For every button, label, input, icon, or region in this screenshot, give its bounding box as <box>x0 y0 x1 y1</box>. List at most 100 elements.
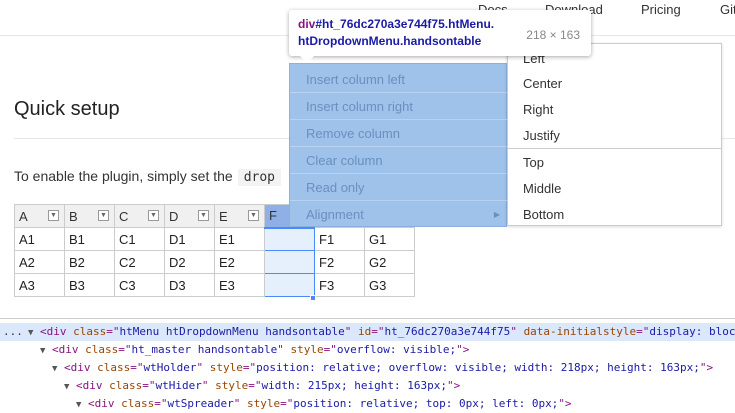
dom-node-line[interactable]: ▼ <div class="ht_master handsontable" st… <box>0 341 735 359</box>
attr-name: data-initialstyle <box>523 325 637 338</box>
expand-triangle-icon[interactable]: ▼ <box>64 382 69 392</box>
cell[interactable]: F3 <box>314 273 365 297</box>
attr-value: wtSpreader <box>167 397 234 410</box>
column-header-label: A <box>19 208 28 224</box>
cell[interactable]: G2 <box>364 250 415 274</box>
column-header-label: B <box>69 208 78 224</box>
table-row: A3 B3 C3 D3 E3 F3 G3 <box>14 273 415 297</box>
cell[interactable]: B3 <box>64 273 115 297</box>
nav-link-github[interactable]: Git <box>720 2 735 17</box>
menu-item-insert-column-right[interactable]: Insert column right <box>290 93 508 120</box>
submenu-divider <box>508 148 721 149</box>
submenu-item-right[interactable]: Right <box>508 97 721 123</box>
intro-paragraph: To enable the plugin, simply set the drop <box>14 168 282 186</box>
fill-handle[interactable] <box>310 295 316 301</box>
cell[interactable]: A2 <box>14 250 65 274</box>
table-row: A2 B2 C2 D2 E2 F2 G2 <box>14 250 415 274</box>
menu-item-label: Clear column <box>306 153 383 168</box>
expand-triangle-icon[interactable]: ▼ <box>40 346 45 356</box>
attr-value: display: block <box>649 325 735 338</box>
menu-item-label: Insert column left <box>306 72 405 87</box>
dropdown-chevron-icon[interactable]: ▼ <box>148 210 159 221</box>
nav-link-pricing[interactable]: Pricing <box>641 2 681 17</box>
tooltip-pointer <box>300 56 314 63</box>
cell[interactable]: G1 <box>364 227 415 251</box>
menu-item-read-only[interactable]: Read only <box>290 174 508 201</box>
submenu-item-bottom[interactable]: Bottom <box>508 202 721 228</box>
dropdown-chevron-icon[interactable]: ▼ <box>98 210 109 221</box>
column-header-a[interactable]: A ▼ <box>14 204 65 228</box>
attr-value: htMenu htDropdownMenu handsontable <box>119 325 345 338</box>
column-header-label: C <box>119 208 129 224</box>
menu-item-label: Insert column right <box>306 99 413 114</box>
menu-item-remove-column[interactable]: Remove column <box>290 120 508 147</box>
column-header-label: E <box>219 208 228 224</box>
alignment-submenu: Left Center Right Justify Top Middle Bot… <box>507 43 722 226</box>
element-selector-line2: htDropdownMenu.handsontable <box>298 34 482 48</box>
cell[interactable]: B1 <box>64 227 115 251</box>
column-header-e[interactable]: E ▼ <box>214 204 265 228</box>
element-selector-line1: #ht_76dc270a3e744f75.htMenu. <box>315 17 495 31</box>
selected-cell[interactable] <box>264 273 315 297</box>
cell[interactable]: B2 <box>64 250 115 274</box>
submenu-item-justify[interactable]: Justify <box>508 123 721 149</box>
cell[interactable]: A3 <box>14 273 65 297</box>
cell[interactable]: E2 <box>214 250 265 274</box>
cell[interactable]: C2 <box>114 250 165 274</box>
dom-node-line[interactable]: ▼ <div class="wtHider" style="width: 215… <box>0 377 735 395</box>
cell[interactable]: D2 <box>164 250 215 274</box>
intro-code-snippet: drop <box>237 169 282 186</box>
attr-value: ht_76dc270a3e744f75 <box>384 325 511 338</box>
cell[interactable]: D1 <box>164 227 215 251</box>
dropdown-chevron-icon[interactable]: ▼ <box>198 210 209 221</box>
menu-item-insert-column-left[interactable]: Insert column left <box>290 66 508 93</box>
expand-triangle-icon[interactable]: ▼ <box>28 328 33 338</box>
cell[interactable]: G3 <box>364 273 415 297</box>
column-header-d[interactable]: D ▼ <box>164 204 215 228</box>
node-options-ellipsis[interactable]: ... <box>3 323 23 341</box>
column-header-label: D <box>169 208 179 224</box>
cell[interactable]: F1 <box>314 227 365 251</box>
expand-triangle-icon[interactable]: ▼ <box>52 364 57 374</box>
menu-item-label: Read only <box>306 180 365 195</box>
cell[interactable]: E3 <box>214 273 265 297</box>
cell[interactable]: E1 <box>214 227 265 251</box>
intro-text: To enable the plugin, simply set the <box>14 168 233 184</box>
dom-node-line-selected[interactable]: ... ▼ <div class="htMenu htDropdownMenu … <box>0 323 735 341</box>
menu-item-alignment[interactable]: Alignment ▶ <box>290 201 508 228</box>
attr-value: wtHider <box>155 379 202 392</box>
menu-item-clear-column[interactable]: Clear column <box>290 147 508 174</box>
submenu-arrow-icon: ▶ <box>493 210 500 219</box>
dropdown-chevron-icon[interactable]: ▼ <box>48 210 59 221</box>
page-title: Quick setup <box>14 98 120 120</box>
cell[interactable]: C1 <box>114 227 165 251</box>
cell[interactable]: C3 <box>114 273 165 297</box>
attr-value: ht_master handsontable <box>131 343 278 356</box>
submenu-item-center[interactable]: Center <box>508 71 721 97</box>
attr-value: width: 215px; height: 163px; <box>261 379 447 392</box>
devtools-elements-panel: ... ▼ <div class="htMenu htDropdownMenu … <box>0 318 735 413</box>
cell[interactable]: A1 <box>14 227 65 251</box>
column-header-b[interactable]: B ▼ <box>64 204 115 228</box>
selected-cell[interactable] <box>264 226 315 251</box>
menu-item-label: Alignment <box>306 207 364 222</box>
devtools-element-tooltip: div#ht_76dc270a3e744f75.htMenu. htDropdow… <box>289 10 591 56</box>
cell[interactable]: D3 <box>164 273 215 297</box>
dom-node-line[interactable]: ▼ <div class="wtSpreader" style="positio… <box>0 395 735 413</box>
column-header-label: F <box>269 208 277 224</box>
column-header-c[interactable]: C ▼ <box>114 204 165 228</box>
attr-value: wtHolder <box>143 361 197 374</box>
attr-value: position: relative; overflow: visible; w… <box>256 361 700 374</box>
submenu-item-middle[interactable]: Middle <box>508 176 721 202</box>
submenu-item-top[interactable]: Top <box>508 150 721 176</box>
selected-cell[interactable] <box>264 250 315 274</box>
expand-triangle-icon[interactable]: ▼ <box>76 400 81 410</box>
cell[interactable]: F2 <box>314 250 365 274</box>
attr-value: position: relative; top: 0px; left: 0px; <box>293 397 559 410</box>
table-row: A1 B1 C1 D1 E1 F1 G1 <box>14 226 415 251</box>
dom-node-line[interactable]: ▼ <div class="wtHolder" style="position:… <box>0 359 735 377</box>
element-tag: div <box>298 17 316 31</box>
dropdown-chevron-icon[interactable]: ▼ <box>248 210 259 221</box>
attr-value: overflow: visible; <box>336 343 457 356</box>
menu-item-label: Remove column <box>306 126 400 141</box>
